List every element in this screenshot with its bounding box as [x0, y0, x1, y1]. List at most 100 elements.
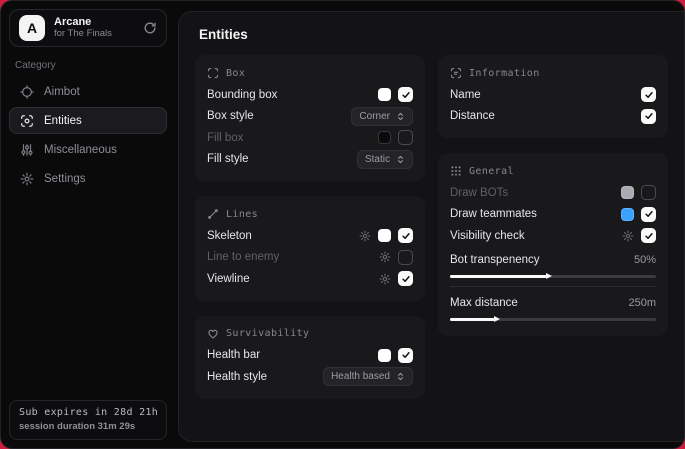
- divider: [450, 286, 656, 287]
- dropdown-value: Corner: [359, 111, 390, 122]
- color-swatch[interactable]: [621, 208, 634, 221]
- checkbox[interactable]: [641, 185, 656, 200]
- color-swatch[interactable]: [378, 131, 391, 144]
- setting-row: Health style Health based: [207, 366, 413, 388]
- box-style-dropdown[interactable]: Corner: [351, 107, 413, 126]
- setting-row: Viewline: [207, 268, 413, 290]
- setting-label: Skeleton: [207, 230, 252, 242]
- checkbox[interactable]: [398, 348, 413, 363]
- color-swatch[interactable]: [378, 88, 391, 101]
- chevrons-up-down-icon: [396, 372, 405, 381]
- setting-label: Bounding box: [207, 89, 277, 101]
- checkbox[interactable]: [641, 228, 656, 243]
- setting-row: Draw teammates: [450, 204, 656, 226]
- subscription-status: Sub expires in 28d 21h session duration …: [9, 400, 167, 440]
- card-title: Survivability: [226, 328, 309, 339]
- setting-label: Name: [450, 89, 481, 101]
- checkbox[interactable]: [398, 250, 413, 265]
- card-lines: Lines Skeleton: [195, 196, 425, 301]
- category-label: Category: [15, 60, 161, 71]
- setting-row: Box style Corner: [207, 106, 413, 128]
- setting-row: Skeleton: [207, 225, 413, 247]
- diagonal-line-icon: [207, 208, 219, 220]
- session-duration-text: session duration 31m 29s: [19, 421, 157, 432]
- sidebar-item-label: Entities: [44, 115, 82, 127]
- bot-transparency-slider[interactable]: [450, 275, 656, 278]
- setting-row: Name: [450, 84, 656, 106]
- sidebar: A Arcane for The Finals Category Aimbot: [1, 1, 175, 448]
- setting-label: Fill style: [207, 153, 249, 165]
- max-distance-slider[interactable]: [450, 318, 656, 321]
- crosshair-icon: [20, 85, 34, 99]
- sidebar-item-label: Aimbot: [44, 86, 80, 98]
- app-window: A Arcane for The Finals Category Aimbot: [0, 0, 685, 449]
- checkbox[interactable]: [641, 207, 656, 222]
- sidebar-item-label: Miscellaneous: [44, 144, 117, 156]
- gear-icon: [20, 172, 34, 186]
- setting-label: Viewline: [207, 273, 250, 285]
- sidebar-item-miscellaneous[interactable]: Miscellaneous: [9, 136, 167, 163]
- slider-value: 50%: [634, 254, 656, 266]
- card-general: General Draw BOTs Draw teammates: [438, 153, 668, 336]
- color-swatch[interactable]: [621, 186, 634, 199]
- setting-label: Distance: [450, 110, 495, 122]
- color-swatch[interactable]: [378, 229, 391, 242]
- setting-label: Health bar: [207, 349, 260, 361]
- brand-subtitle: for The Finals: [54, 29, 134, 40]
- checkbox[interactable]: [398, 228, 413, 243]
- scan-info-icon: [450, 67, 462, 79]
- checkbox[interactable]: [398, 130, 413, 145]
- slider-group-bot-transparency: Bot transpenency 50%: [450, 251, 656, 278]
- heart-icon: [207, 328, 219, 340]
- checkbox[interactable]: [398, 87, 413, 102]
- main-panel: Entities Box Bounding box: [178, 11, 684, 442]
- setting-label: Draw teammates: [450, 208, 537, 220]
- setting-row: Bounding box: [207, 84, 413, 106]
- card-box: Box Bounding box Box style: [195, 55, 425, 181]
- card-information: Information Name Distance: [438, 55, 668, 138]
- slider-fill[interactable]: [450, 318, 495, 321]
- card-title: Box: [226, 68, 245, 79]
- checkbox[interactable]: [641, 87, 656, 102]
- page-title: Entities: [199, 27, 668, 42]
- checkbox[interactable]: [398, 271, 413, 286]
- fill-style-dropdown[interactable]: Static: [357, 150, 413, 169]
- sidebar-item-settings[interactable]: Settings: [9, 165, 167, 192]
- slider-fill[interactable]: [450, 275, 547, 278]
- scan-eye-icon: [20, 114, 34, 128]
- sidebar-nav: Aimbot Entities Miscella: [9, 78, 167, 192]
- color-swatch[interactable]: [378, 349, 391, 362]
- grid-dots-icon: [450, 165, 462, 177]
- chevrons-up-down-icon: [396, 112, 405, 121]
- brand-card: A Arcane for The Finals: [9, 9, 167, 47]
- card-survivability: Survivability Health bar Health style: [195, 316, 425, 399]
- setting-label: Line to enemy: [207, 251, 279, 263]
- sliders-icon: [20, 143, 34, 157]
- box-corners-icon: [207, 67, 219, 79]
- setting-label: Visibility check: [450, 230, 525, 242]
- setting-label: Draw BOTs: [450, 187, 508, 199]
- checkbox[interactable]: [641, 109, 656, 124]
- setting-label: Fill box: [207, 132, 243, 144]
- setting-row: Visibility check: [450, 225, 656, 247]
- setting-label: Box style: [207, 110, 254, 122]
- sidebar-item-aimbot[interactable]: Aimbot: [9, 78, 167, 105]
- dropdown-value: Static: [365, 154, 390, 165]
- setting-row: Health bar: [207, 345, 413, 367]
- card-title: Information: [469, 68, 540, 79]
- setting-row: Line to enemy: [207, 247, 413, 269]
- slider-label: Bot transpenency: [450, 254, 540, 266]
- settings-gear-icon[interactable]: [379, 273, 391, 285]
- setting-row: Fill style Static: [207, 149, 413, 171]
- sidebar-item-entities[interactable]: Entities: [9, 107, 167, 134]
- refresh-icon[interactable]: [143, 21, 157, 35]
- slider-group-max-distance: Max distance 250m: [450, 294, 656, 321]
- slider-label: Max distance: [450, 297, 518, 309]
- settings-gear-icon[interactable]: [379, 251, 391, 263]
- setting-row: Fill box: [207, 127, 413, 149]
- settings-gear-icon[interactable]: [359, 230, 371, 242]
- settings-gear-icon[interactable]: [622, 230, 634, 242]
- health-style-dropdown[interactable]: Health based: [323, 367, 413, 386]
- brand-avatar: A: [19, 15, 45, 41]
- setting-row: Distance: [450, 106, 656, 128]
